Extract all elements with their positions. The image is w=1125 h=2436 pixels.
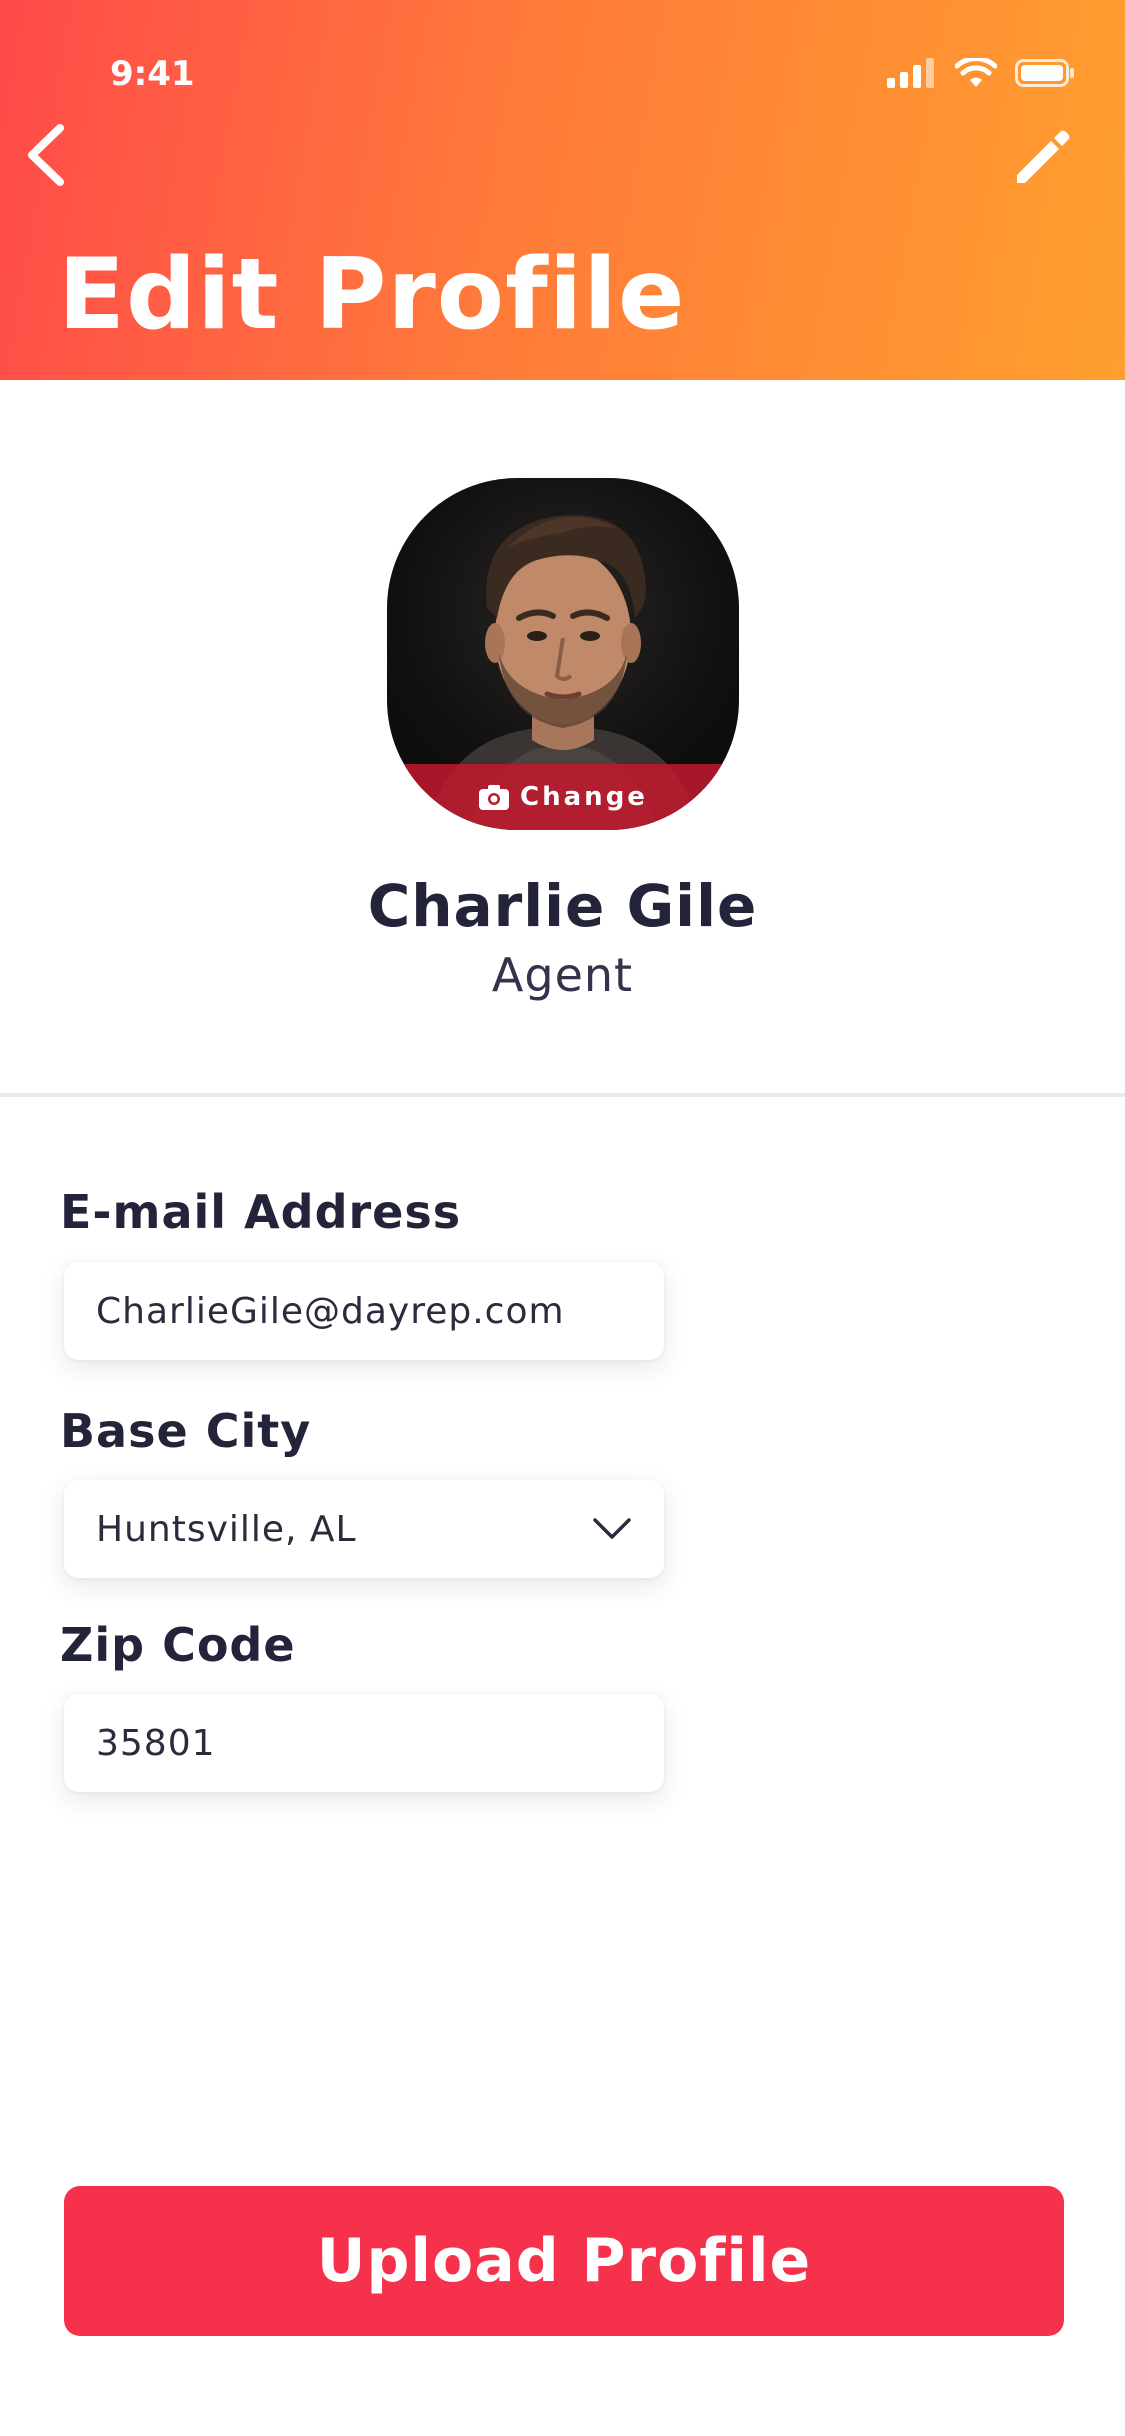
zip-code-value: 35801 — [96, 1722, 216, 1764]
email-field[interactable]: CharlieGile@dayrep.com — [64, 1262, 664, 1360]
profile-name: Charlie Gile — [367, 872, 758, 940]
status-time: 9:41 — [110, 54, 195, 94]
zip-code-field[interactable]: 35801 — [64, 1694, 664, 1792]
change-photo-label: Change — [520, 782, 648, 812]
wifi-icon — [955, 58, 997, 87]
email-label: E-mail Address — [60, 1185, 462, 1239]
profile-role: Agent — [491, 948, 634, 1002]
zip-code-label: Zip Code — [60, 1618, 296, 1672]
back-arrow-icon — [28, 124, 64, 186]
signal-icon — [887, 58, 934, 88]
base-city-value: Huntsville, AL — [96, 1508, 357, 1550]
camera-icon — [479, 785, 510, 810]
back-button[interactable] — [22, 120, 72, 190]
email-value: CharlieGile@dayrep.com — [96, 1290, 565, 1332]
avatar[interactable]: Change — [387, 478, 739, 830]
divider — [0, 1093, 1125, 1097]
upload-profile-button[interactable]: Upload Profile — [64, 2186, 1064, 2336]
edit-button[interactable] — [1011, 125, 1075, 189]
header: 9:41 Edit Profile — [0, 0, 1125, 380]
base-city-label: Base City — [60, 1404, 312, 1458]
status-icons — [887, 58, 1075, 88]
upload-profile-label: Upload Profile — [316, 2226, 812, 2296]
change-photo-button[interactable]: Change — [387, 764, 739, 830]
pencil-icon — [1017, 130, 1070, 183]
base-city-select[interactable]: Huntsville, AL — [64, 1480, 664, 1578]
chevron-down-icon — [593, 1518, 631, 1539]
battery-icon — [1015, 59, 1074, 87]
page-title: Edit Profile — [58, 238, 686, 352]
